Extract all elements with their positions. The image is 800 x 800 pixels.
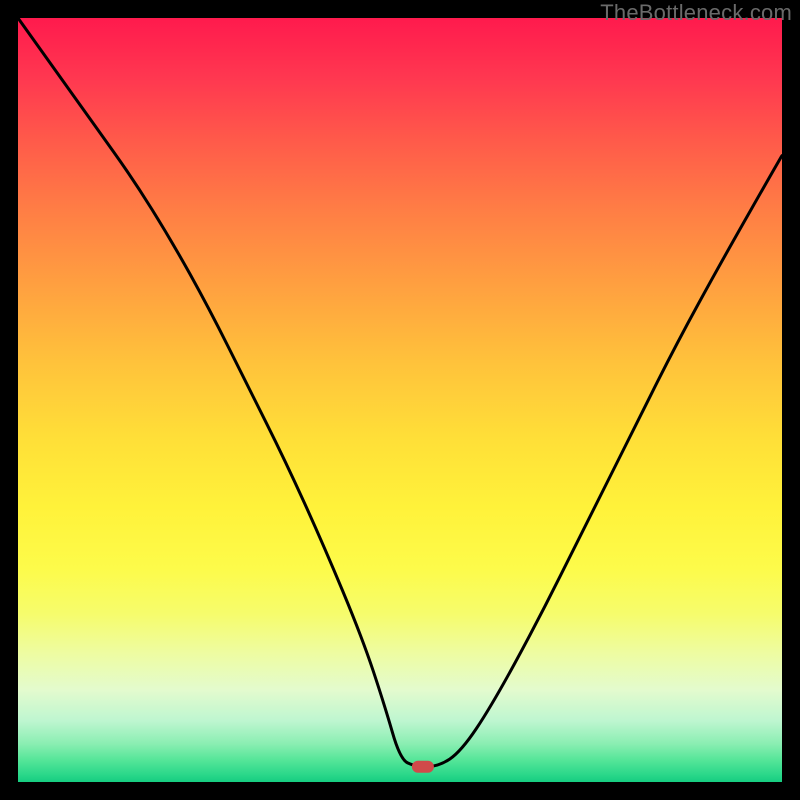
gradient-background [18, 18, 782, 782]
plot-area [18, 18, 782, 782]
chart-frame [18, 18, 782, 782]
